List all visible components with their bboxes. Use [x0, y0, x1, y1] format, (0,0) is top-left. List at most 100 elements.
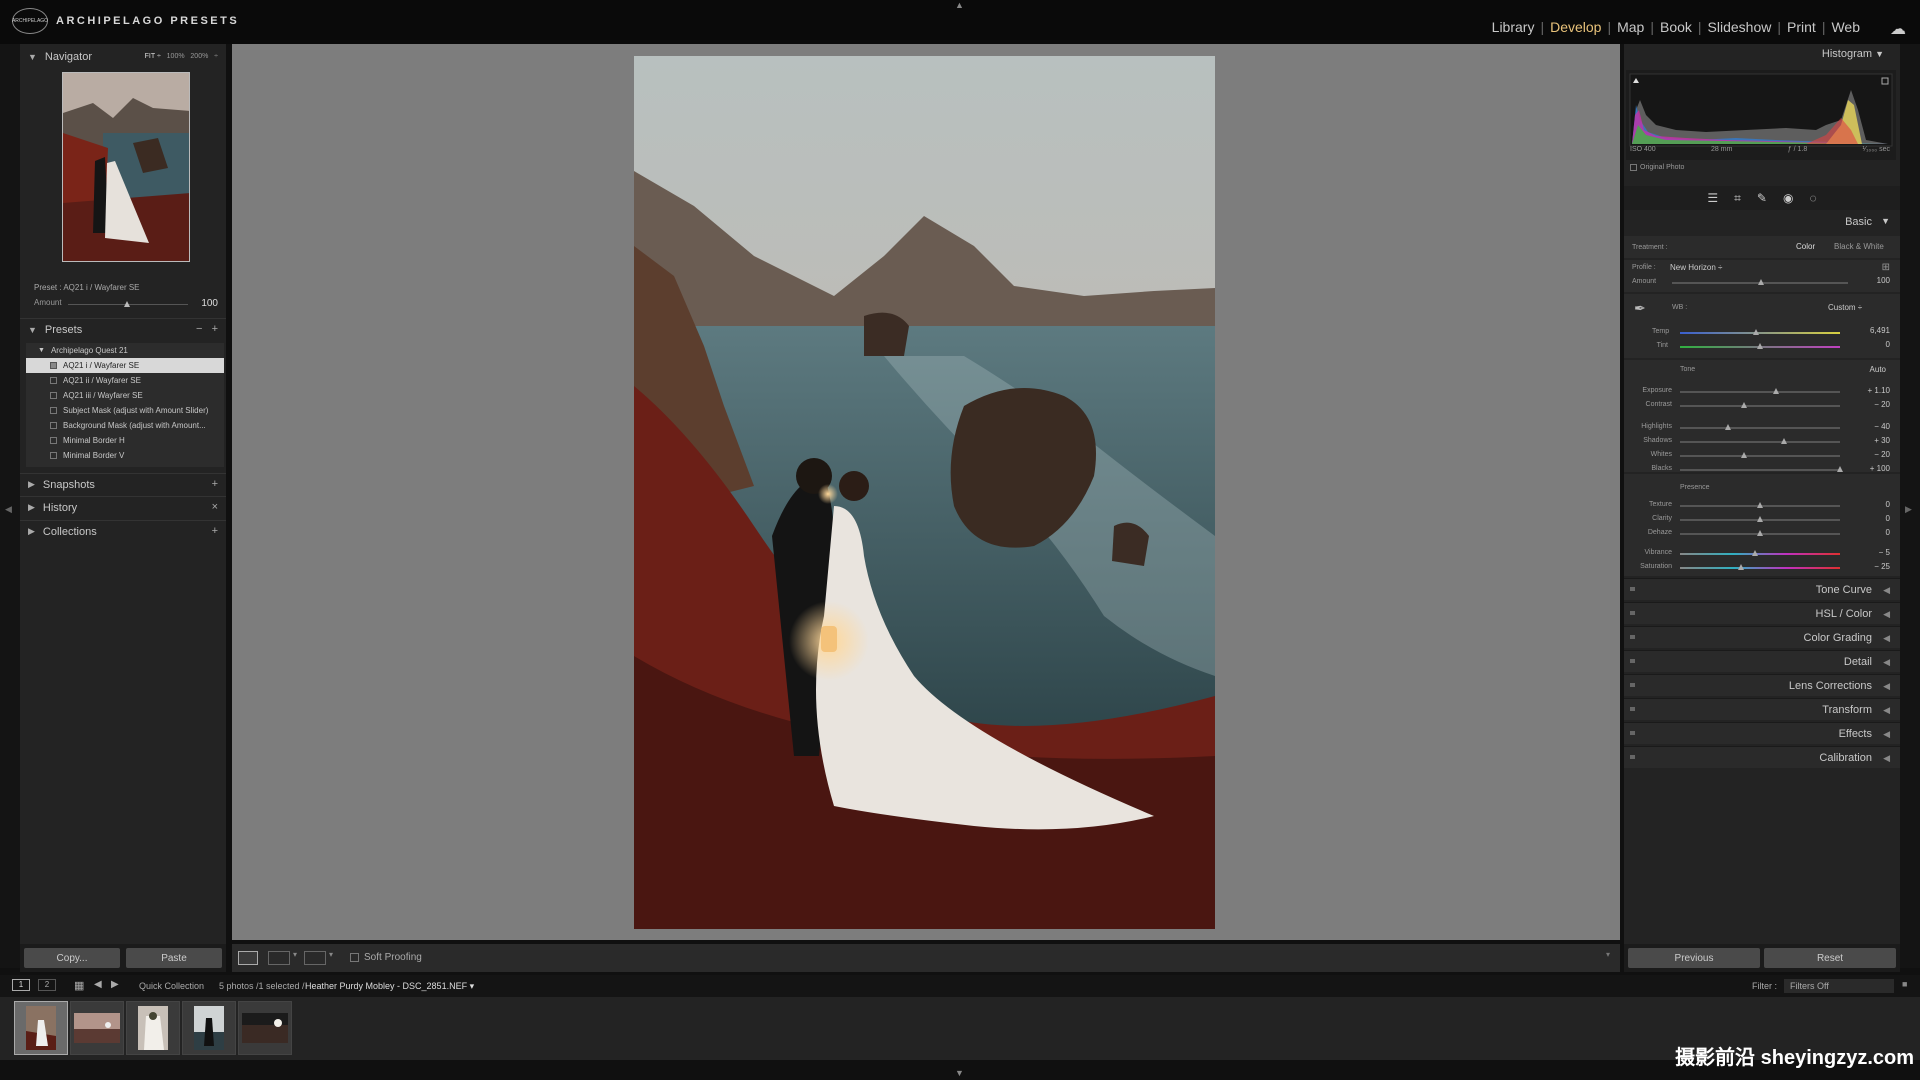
module-web[interactable]: Web: [1831, 19, 1860, 35]
treatment-color[interactable]: Color: [1796, 242, 1815, 251]
slider-value[interactable]: 0: [1850, 514, 1890, 523]
panel-toggle-icon[interactable]: [1630, 683, 1635, 687]
filename[interactable]: Heather Purdy Mobley - DSC_2851.NEF ▾: [305, 981, 474, 992]
film-thumbnail[interactable]: [182, 1001, 236, 1055]
panel-header[interactable]: Detail ◀: [1624, 650, 1900, 672]
toolbar-menu-icon[interactable]: ▾: [1606, 950, 1610, 959]
slider-track[interactable]: [1680, 469, 1840, 471]
temp-knob[interactable]: [1753, 329, 1759, 335]
module-library[interactable]: Library: [1492, 19, 1535, 35]
module-slideshow[interactable]: Slideshow: [1708, 19, 1772, 35]
list-item[interactable]: AQ21 ii / Wayfarer SE: [26, 373, 224, 388]
clear-history-icon[interactable]: ×: [212, 501, 218, 513]
list-item[interactable]: Minimal Border H: [26, 433, 224, 448]
slider-knob[interactable]: [1757, 530, 1763, 536]
profile-browser-icon[interactable]: ⊞: [1882, 262, 1890, 273]
film-thumbnail[interactable]: [14, 1001, 68, 1055]
presets-header[interactable]: ▼ Presets − +: [20, 318, 226, 340]
module-print[interactable]: Print: [1787, 19, 1816, 35]
navigator-preview[interactable]: [62, 72, 190, 262]
slider-track[interactable]: [1680, 567, 1840, 569]
slider-value[interactable]: − 25: [1850, 562, 1890, 571]
slider-track[interactable]: [1680, 441, 1840, 443]
copy-button[interactable]: Copy...: [24, 948, 120, 968]
chevron-down-icon[interactable]: ▾: [293, 950, 297, 959]
before-after-icon[interactable]: [268, 951, 290, 965]
module-develop[interactable]: Develop: [1550, 19, 1601, 35]
slider-value[interactable]: + 100: [1850, 464, 1890, 473]
profile-amount-value[interactable]: 100: [1850, 276, 1890, 285]
zoom-more[interactable]: ÷: [214, 53, 218, 60]
healing-icon[interactable]: ✎: [1757, 191, 1767, 205]
previous-button[interactable]: Previous: [1628, 948, 1760, 968]
lock-icon[interactable]: ■: [1902, 979, 1907, 989]
panel-toggle-icon[interactable]: [1630, 731, 1635, 735]
slider-track[interactable]: [1680, 455, 1840, 457]
chevron-down-icon[interactable]: ▾: [329, 950, 333, 959]
main-photo[interactable]: [634, 56, 1215, 929]
slider-value[interactable]: − 40: [1850, 422, 1890, 431]
red-eye-icon[interactable]: ◉: [1783, 191, 1793, 205]
add-preset-icon[interactable]: +: [212, 323, 218, 335]
cloud-icon[interactable]: ☁: [1890, 19, 1906, 39]
list-item[interactable]: AQ21 iii / Wayfarer SE: [26, 388, 224, 403]
histogram-header[interactable]: Histogram ▼: [1624, 48, 1900, 60]
list-item[interactable]: Background Mask (adjust with Amount...: [26, 418, 224, 433]
zoom-200[interactable]: 200%: [190, 53, 208, 60]
reset-button[interactable]: Reset: [1764, 948, 1896, 968]
slider-knob[interactable]: [1757, 502, 1763, 508]
paste-button[interactable]: Paste: [126, 948, 222, 968]
temp-value[interactable]: 6,491: [1850, 326, 1890, 335]
navigator-header[interactable]: ▼ Navigator FIT ÷ 100% 200% ÷: [20, 46, 226, 68]
slider-track[interactable]: [1680, 553, 1840, 555]
list-item[interactable]: AQ21 i / Wayfarer SE: [26, 358, 224, 373]
panel-header[interactable]: Tone Curve ◀: [1624, 578, 1900, 600]
window-2-button[interactable]: 2: [38, 979, 56, 991]
slider-track[interactable]: [1680, 427, 1840, 429]
slider-track[interactable]: [1680, 391, 1840, 393]
slider-knob[interactable]: [1737, 564, 1744, 570]
panel-header[interactable]: Transform ◀: [1624, 698, 1900, 720]
panel-header[interactable]: Effects ◀: [1624, 722, 1900, 744]
top-panel-toggle-icon[interactable]: ▲: [955, 0, 964, 10]
film-thumbnail[interactable]: [238, 1001, 292, 1055]
module-map[interactable]: Map: [1617, 19, 1644, 35]
temp-slider[interactable]: [1680, 332, 1840, 334]
profile-amount-knob[interactable]: [1758, 279, 1764, 285]
slider-value[interactable]: − 20: [1850, 400, 1890, 409]
preset-folder[interactable]: ▼ Archipelago Quest 21: [26, 343, 224, 358]
window-1-button[interactable]: 1: [12, 979, 30, 991]
treatment-bw[interactable]: Black & White: [1834, 242, 1884, 251]
module-book[interactable]: Book: [1660, 19, 1692, 35]
auto-tone-button[interactable]: Auto: [1870, 365, 1886, 374]
slider-value[interactable]: 0: [1850, 500, 1890, 509]
forward-arrow-icon[interactable]: ▶: [111, 979, 119, 990]
slider-knob[interactable]: [1741, 402, 1747, 408]
bottom-panel-toggle-icon[interactable]: ▼: [955, 1068, 964, 1078]
zoom-100[interactable]: 100%: [167, 53, 185, 60]
slider-value[interactable]: 0: [1850, 528, 1890, 537]
slider-value[interactable]: + 30: [1850, 436, 1890, 445]
swap-view-icon[interactable]: [304, 951, 326, 965]
soft-proofing-checkbox[interactable]: [350, 953, 359, 962]
slider-value[interactable]: − 5: [1850, 548, 1890, 557]
history-header[interactable]: ▶ History ×: [20, 496, 226, 518]
list-item[interactable]: Minimal Border V: [26, 448, 224, 463]
profile-dropdown[interactable]: New Horizon ÷: [1670, 263, 1722, 272]
slider-knob[interactable]: [1757, 516, 1763, 522]
film-thumbnail[interactable]: [126, 1001, 180, 1055]
add-collection-icon[interactable]: +: [212, 525, 218, 537]
eyedropper-icon[interactable]: ✒: [1634, 300, 1646, 317]
panel-toggle-icon[interactable]: [1630, 755, 1635, 759]
slider-knob[interactable]: [1837, 466, 1843, 472]
film-thumbnail[interactable]: [70, 1001, 124, 1055]
back-arrow-icon[interactable]: ◀: [94, 979, 102, 990]
original-photo-toggle[interactable]: Original Photo: [1630, 164, 1684, 171]
snapshots-header[interactable]: ▶ Snapshots +: [20, 473, 226, 495]
slider-track[interactable]: [1680, 405, 1840, 407]
panel-header[interactable]: Color Grading ◀: [1624, 626, 1900, 648]
panel-header[interactable]: Lens Corrections ◀: [1624, 674, 1900, 696]
slider-value[interactable]: − 20: [1850, 450, 1890, 459]
masking-icon[interactable]: ◌: [1809, 191, 1816, 205]
remove-preset-icon[interactable]: −: [196, 323, 202, 335]
